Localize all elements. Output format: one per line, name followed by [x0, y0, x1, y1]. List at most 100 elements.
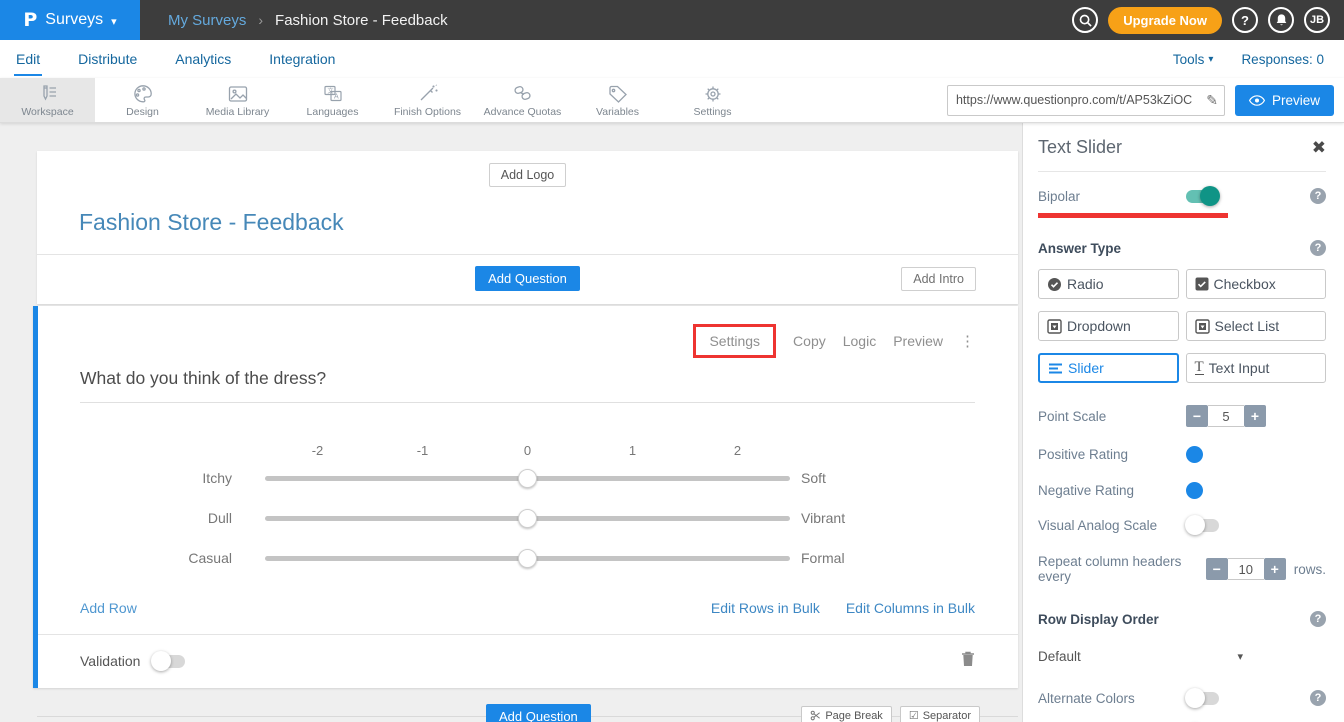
- repeat-headers-decrement-button[interactable]: −: [1206, 558, 1228, 580]
- row-left-label: Itchy: [80, 470, 232, 486]
- notifications-button[interactable]: [1268, 7, 1294, 33]
- repeat-headers-increment-button[interactable]: +: [1264, 558, 1286, 580]
- question-copy-action[interactable]: Copy: [793, 333, 826, 349]
- negative-rating-label: Negative Rating: [1038, 483, 1186, 498]
- app-brand[interactable]: P Surveys ▾: [0, 0, 140, 40]
- media-library-icon: [226, 83, 250, 105]
- answer-type-slider[interactable]: Slider: [1038, 353, 1179, 383]
- answer-type-checkbox[interactable]: Checkbox: [1186, 269, 1327, 299]
- alternate-colors-help-icon[interactable]: ?: [1310, 690, 1326, 706]
- toolbar-item-variables[interactable]: Variables: [570, 78, 665, 122]
- slider-handle[interactable]: [518, 509, 537, 528]
- tab-analytics[interactable]: Analytics: [173, 42, 233, 76]
- row-display-order-select[interactable]: Default ▾: [1038, 649, 1243, 664]
- answer-type-dropdown[interactable]: Dropdown: [1038, 311, 1179, 341]
- tab-distribute[interactable]: Distribute: [76, 42, 139, 76]
- slider-track: [265, 508, 790, 528]
- scale-label: 1: [580, 443, 685, 458]
- edit-columns-in-bulk-link[interactable]: Edit Columns in Bulk: [846, 600, 975, 616]
- survey-nav: Edit Distribute Analytics Integration To…: [0, 40, 1344, 78]
- answer-type-text-input[interactable]: T Text Input: [1186, 353, 1327, 383]
- text-slider-settings-panel: Text Slider ✖ Bipolar ? Answer Type ? Ra…: [1022, 123, 1344, 722]
- answer-type-select-list[interactable]: Select List: [1186, 311, 1327, 341]
- question-card: Settings Copy Logic Preview ⋮ What do yo…: [33, 306, 1018, 688]
- preview-button[interactable]: Preview: [1235, 85, 1334, 116]
- help-button[interactable]: ?: [1232, 7, 1258, 33]
- workspace-icon: [36, 83, 60, 105]
- tab-edit[interactable]: Edit: [14, 42, 42, 76]
- slider-handle[interactable]: [518, 469, 537, 488]
- toolbar-item-languages[interactable]: 文A Languages: [285, 78, 380, 122]
- negative-rating-color-swatch[interactable]: [1186, 482, 1203, 499]
- answer-type-radio[interactable]: Radio: [1038, 269, 1179, 299]
- point-scale-decrement-button[interactable]: −: [1186, 405, 1208, 427]
- option-label: Select List: [1215, 318, 1280, 334]
- alternate-colors-toggle[interactable]: [1186, 692, 1219, 705]
- tools-label: Tools: [1173, 52, 1205, 67]
- slider-handle[interactable]: [518, 549, 537, 568]
- survey-url-input[interactable]: [956, 93, 1206, 107]
- toolbar-item-design[interactable]: Design: [95, 78, 190, 122]
- toolbar-item-workspace[interactable]: Workspace: [0, 78, 95, 122]
- add-row-link[interactable]: Add Row: [80, 600, 137, 616]
- answer-type-help-icon[interactable]: ?: [1310, 240, 1326, 256]
- option-label: Slider: [1068, 360, 1104, 376]
- question-actions: Settings Copy Logic Preview ⋮: [38, 324, 1018, 358]
- search-button[interactable]: [1072, 7, 1098, 33]
- avatar[interactable]: JB: [1304, 7, 1330, 33]
- toolbar-item-label: Settings: [694, 106, 732, 118]
- toolbar-item-advance-quotas[interactable]: Advance Quotas: [475, 78, 570, 122]
- row-display-order-help-icon[interactable]: ?: [1310, 611, 1326, 627]
- delete-question-button[interactable]: [961, 650, 975, 672]
- toolbar-item-label: Finish Options: [394, 106, 461, 118]
- brand-label: Surveys: [45, 11, 103, 29]
- kebab-menu-icon[interactable]: ⋮: [960, 332, 975, 350]
- add-question-button-bottom[interactable]: Add Question: [486, 704, 591, 722]
- topbar-actions: Upgrade Now ? JB: [1072, 7, 1344, 34]
- option-label: Text Input: [1209, 360, 1270, 376]
- positive-rating-color-swatch[interactable]: [1186, 446, 1203, 463]
- scale-label: -2: [265, 443, 370, 458]
- survey-title[interactable]: Fashion Store - Feedback: [79, 209, 976, 236]
- separator-button[interactable]: ☑ Separator: [900, 706, 980, 722]
- bipolar-toggle[interactable]: [1186, 190, 1219, 203]
- bipolar-help-icon[interactable]: ?: [1310, 188, 1326, 204]
- question-logic-action[interactable]: Logic: [843, 333, 876, 349]
- responses-count[interactable]: Responses: 0: [1241, 52, 1324, 67]
- repeat-headers-suffix: rows.: [1294, 562, 1326, 577]
- checkbox-glyph-icon: ☑: [909, 709, 919, 722]
- breadcrumb-separator-icon: ›: [258, 12, 263, 28]
- chevron-down-icon: ▾: [1237, 650, 1243, 663]
- repeat-headers-input[interactable]: [1228, 558, 1264, 580]
- toolbar-item-media-library[interactable]: Media Library: [190, 78, 285, 122]
- page-break-button[interactable]: Page Break: [801, 706, 891, 722]
- question-mark-icon: ?: [1241, 13, 1249, 28]
- question-preview-action[interactable]: Preview: [893, 333, 943, 349]
- question-text[interactable]: What do you think of the dress?: [80, 368, 975, 403]
- tools-menu[interactable]: Tools ▾: [1173, 52, 1214, 67]
- toolbar-item-finish-options[interactable]: Finish Options: [380, 78, 475, 122]
- option-label: Checkbox: [1214, 276, 1276, 292]
- point-scale-input[interactable]: [1208, 405, 1244, 427]
- add-intro-button[interactable]: Add Intro: [901, 267, 976, 291]
- question-settings-action[interactable]: Settings: [693, 324, 776, 358]
- add-question-button-top[interactable]: Add Question: [475, 266, 580, 291]
- close-icon[interactable]: ✖: [1312, 138, 1326, 158]
- toolbar-item-label: Languages: [307, 106, 359, 118]
- tab-integration[interactable]: Integration: [267, 42, 337, 76]
- visual-analog-scale-toggle[interactable]: [1186, 519, 1219, 532]
- variables-icon: [606, 83, 630, 105]
- add-logo-button[interactable]: Add Logo: [489, 163, 567, 187]
- validation-toggle[interactable]: [152, 655, 185, 668]
- point-scale-increment-button[interactable]: +: [1244, 405, 1266, 427]
- alternate-colors-row: Alternate Colors ?: [1038, 690, 1326, 706]
- alternate-colors-label: Alternate Colors: [1038, 691, 1186, 706]
- edit-url-pencil-icon[interactable]: ✎: [1206, 92, 1218, 109]
- breadcrumb: My Surveys › Fashion Store - Feedback: [168, 12, 448, 29]
- row-right-label: Soft: [801, 470, 826, 486]
- edit-rows-in-bulk-link[interactable]: Edit Rows in Bulk: [711, 600, 820, 616]
- breadcrumb-my-surveys[interactable]: My Surveys: [168, 12, 246, 29]
- toolbar-item-settings[interactable]: Settings: [665, 78, 760, 122]
- slider-icon: [1048, 362, 1063, 375]
- upgrade-now-button[interactable]: Upgrade Now: [1108, 7, 1222, 34]
